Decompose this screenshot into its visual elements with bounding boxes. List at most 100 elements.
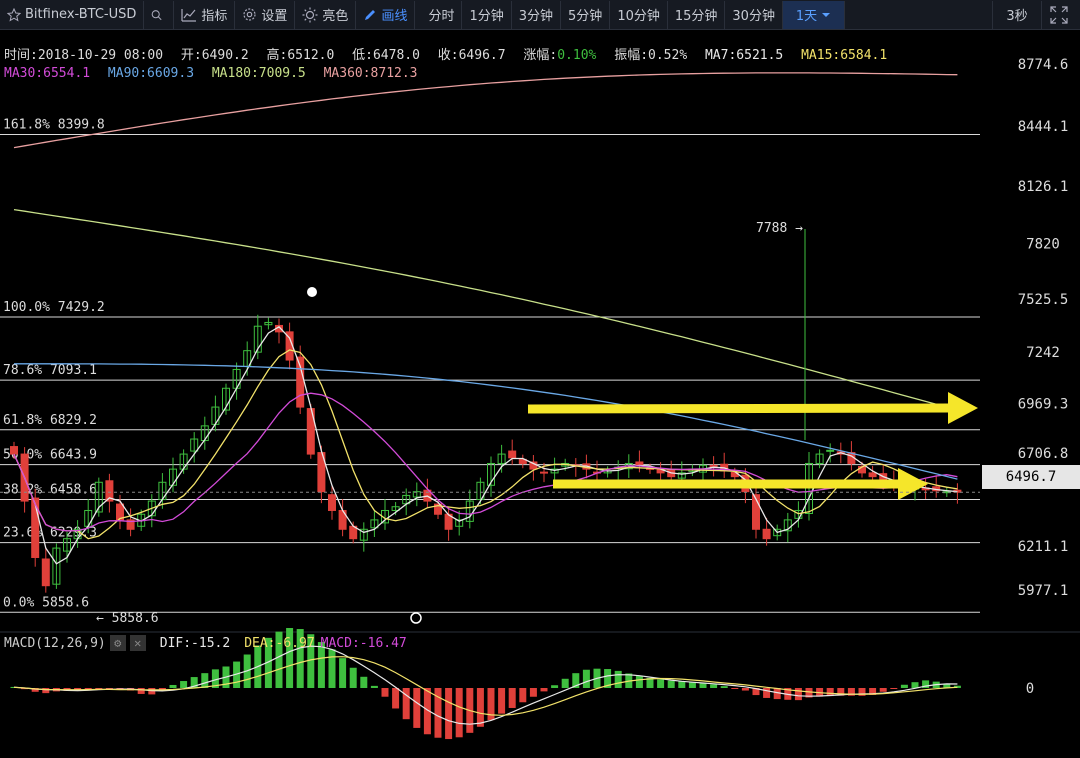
price-tick-label: 8774.6 [1018, 57, 1069, 73]
interval-tab-5min[interactable]: 5分钟 [561, 0, 611, 29]
refresh-rate-button[interactable]: 3秒 [992, 0, 1042, 29]
fib-level-label: 100.0% 7429.2 [3, 300, 105, 315]
resistance-arrow-head [948, 392, 978, 424]
theme-label: 亮色 [322, 9, 349, 24]
toolbar: Bitfinex-BTC-USD 指标 设置 亮色 画线 分时 1分钟 3分钟 … [0, 0, 1080, 30]
macd-histogram-bar [445, 688, 453, 740]
macd-dea-value: DEA:-6.97 [244, 635, 315, 651]
candle-body [10, 446, 18, 455]
interval-tab-1min[interactable]: 1分钟 [462, 0, 512, 29]
macd-hist-value: MACD:-16.47 [320, 635, 407, 651]
macd-histogram-bar [911, 682, 919, 688]
low-price-label: ← 5858.6 [96, 611, 159, 626]
settings-label: 设置 [261, 9, 288, 24]
macd-histogram-bar [349, 667, 357, 688]
macd-histogram-bar [678, 681, 686, 688]
gear-icon[interactable]: ⚙ [109, 635, 126, 651]
interval-tab-30min[interactable]: 30分钟 [725, 0, 783, 29]
macd-histogram-bar [519, 688, 527, 703]
star-icon[interactable] [7, 7, 21, 22]
macd-header: MACD(12,26,9) ⚙ ✕ DIF:-15.2 DEA:-6.97 MA… [4, 635, 407, 651]
candle-body [826, 449, 835, 452]
macd-histogram-bar [201, 673, 209, 688]
macd-histogram-bar [455, 688, 463, 738]
macd-histogram-bar [890, 688, 898, 689]
fib-anchor-handle [307, 287, 317, 297]
search-button[interactable] [144, 0, 175, 29]
macd-histogram-bar [710, 684, 718, 688]
macd-histogram-bar [657, 679, 665, 688]
candle-body [328, 494, 336, 511]
price-tick-label: 5977.1 [1018, 583, 1069, 599]
interval-tab-10min[interactable]: 10分钟 [610, 0, 668, 29]
interval-label: 1分钟 [469, 9, 504, 24]
macd-histogram-bar [688, 682, 696, 688]
candle-body [762, 528, 771, 540]
macd-histogram-bar [180, 681, 188, 688]
macd-title: MACD(12,26,9) [4, 635, 106, 651]
candle-body [31, 497, 40, 558]
candle-body [868, 472, 877, 478]
settings-button[interactable]: 设置 [235, 0, 296, 29]
sun-icon [302, 7, 318, 22]
fib-level-label: 61.8% 6829.2 [3, 413, 97, 428]
macd-dif-value: DIF:-15.2 [159, 635, 231, 651]
macd-histogram-bar [413, 688, 421, 728]
macd-histogram-bar [741, 688, 749, 691]
macd-histogram-bar [794, 688, 802, 701]
macd-histogram-bar [731, 688, 739, 689]
interval-dropdown-1day[interactable]: 1天 [782, 0, 845, 29]
close-icon[interactable]: ✕ [129, 635, 146, 651]
fib-anchor-handle [410, 612, 422, 624]
candle-body [508, 450, 517, 459]
macd-histogram-bar [635, 675, 643, 688]
price-tick-label: 6706.8 [1018, 446, 1069, 462]
macd-zero-label: 0 [1026, 681, 1034, 697]
fullscreen-icon [1050, 5, 1068, 24]
price-tick-label: 7242 [1026, 345, 1060, 361]
price-tick-label: 7525.5 [1018, 292, 1069, 308]
interval-tab-timeline[interactable]: 分时 [421, 0, 463, 29]
current-price-tag: 6496.7 [982, 465, 1080, 489]
ma360-line [13, 72, 958, 149]
indicators-button[interactable]: 指标 [174, 0, 236, 29]
chevron-down-icon [822, 12, 831, 17]
interval-label: 5分钟 [568, 9, 603, 24]
fib-level-label: 38.2% 6458.6 [3, 482, 97, 497]
macd-histogram-bar [720, 686, 728, 688]
macd-histogram-bar [763, 688, 771, 698]
interval-tab-3min[interactable]: 3分钟 [512, 0, 562, 29]
price-tick-label: 8444.1 [1018, 119, 1069, 135]
interval-label: 3分钟 [518, 9, 554, 24]
fib-level-label: 161.8% 8399.8 [3, 117, 105, 132]
interval-label: 分时 [428, 9, 455, 24]
pencil-icon [365, 9, 376, 20]
macd-histogram-bar [614, 670, 622, 688]
macd-dea-line [13, 656, 958, 716]
symbol-selector[interactable]: Bitfinex-BTC-USD [0, 0, 145, 29]
candle-body [41, 558, 50, 587]
theme-toggle-button[interactable]: 亮色 [295, 0, 357, 29]
interval-label: 30分钟 [732, 9, 775, 24]
interval-label: 10分钟 [617, 9, 660, 24]
draw-line-button[interactable]: 画线 [356, 0, 416, 29]
price-tick-label: 8126.1 [1018, 179, 1069, 195]
macd-histogram-bar [900, 684, 908, 688]
symbol-label: Bitfinex-BTC-USD [25, 7, 137, 22]
macd-histogram-bar [392, 688, 400, 709]
refresh-rate-label: 3秒 [1006, 9, 1028, 24]
interval-tab-15min[interactable]: 15分钟 [668, 0, 726, 29]
macd-histogram-bar [540, 688, 548, 692]
indicators-label: 指标 [201, 9, 228, 24]
candle-body [540, 471, 548, 474]
selected-interval-label: 1天 [795, 9, 818, 24]
price-tick-label: 6969.3 [1018, 396, 1069, 412]
macd-histogram-bar [360, 676, 368, 688]
macd-dif-line [13, 645, 958, 725]
draw-line-label: 画线 [381, 9, 408, 24]
macd-histogram-bar [667, 680, 675, 688]
macd-histogram-bar [381, 688, 389, 697]
macd-histogram-bar [169, 684, 177, 688]
macd-histogram-bar [476, 688, 484, 727]
fullscreen-button[interactable] [1042, 1, 1080, 29]
